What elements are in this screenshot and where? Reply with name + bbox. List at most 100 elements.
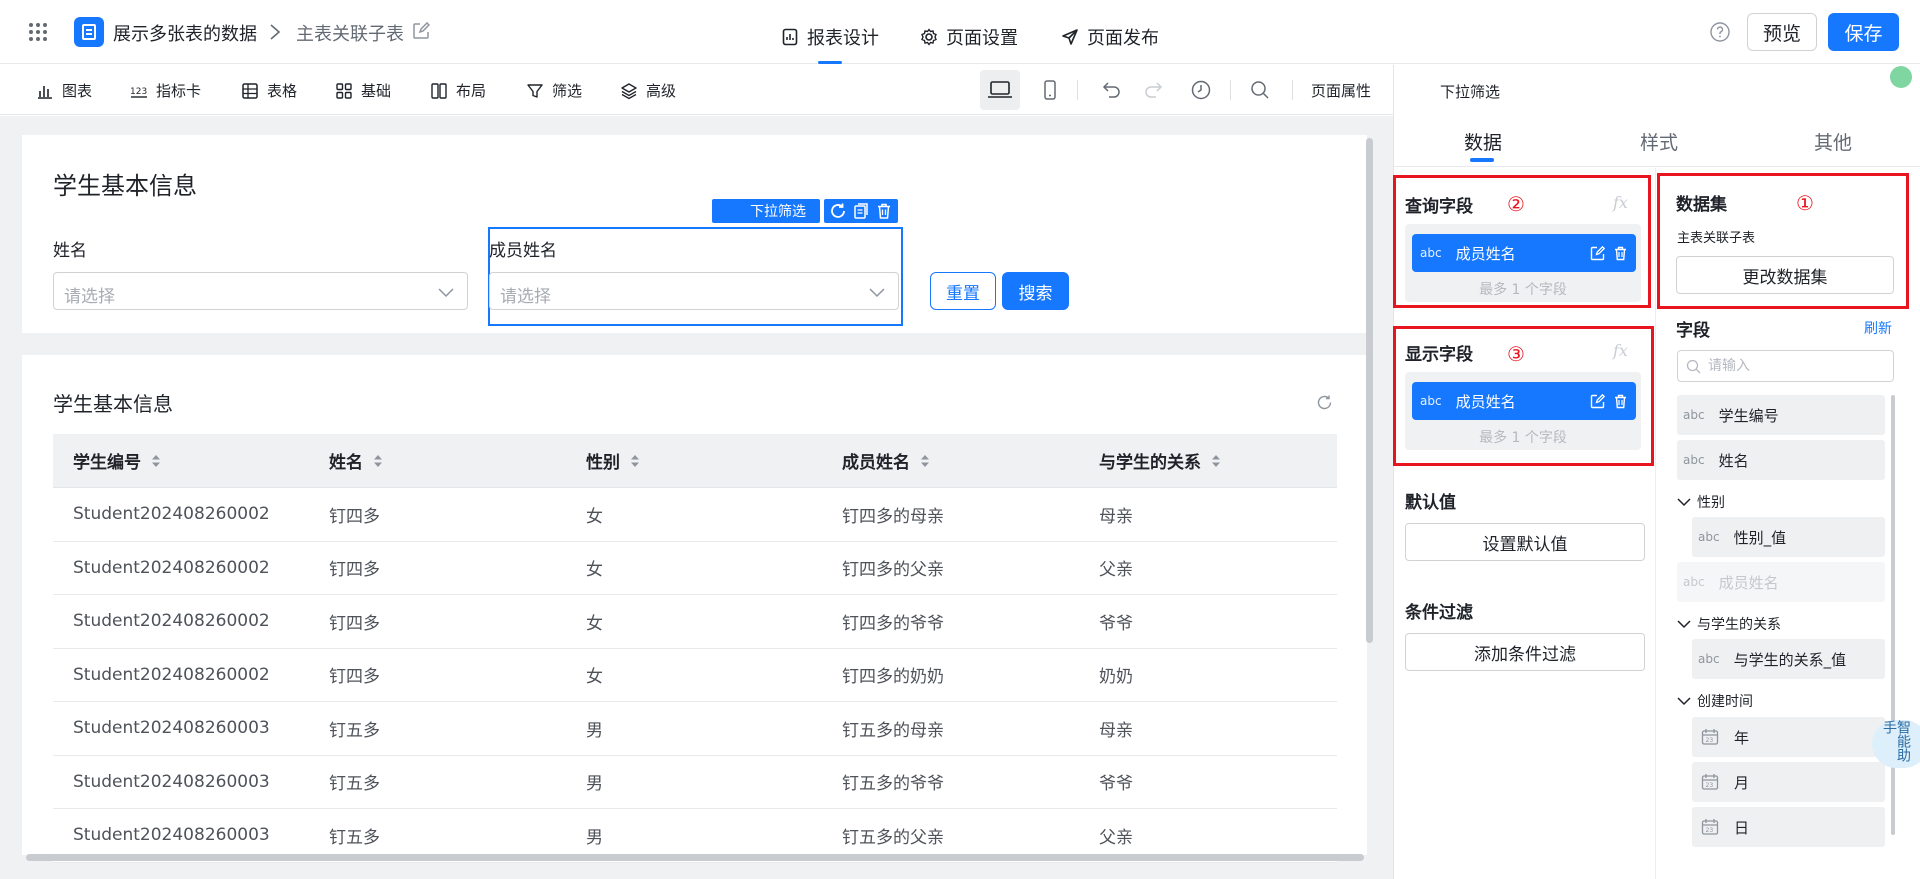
table-row: Student202408260003 钉五多 男 钉五多的母亲 母亲	[53, 702, 1337, 756]
add-condition-filter-button[interactable]: 添加条件过滤	[1405, 633, 1645, 671]
table-cell: Student202408260003	[73, 771, 270, 792]
tab-data[interactable]: 数据	[1464, 128, 1502, 155]
delete-icon[interactable]	[1613, 246, 1628, 261]
app-grid-icon[interactable]	[28, 22, 48, 42]
assistant-float-button[interactable]: 智能助手	[1872, 720, 1920, 768]
sort-icon[interactable]	[920, 453, 930, 469]
field-search-text[interactable]	[1708, 356, 1888, 376]
change-dataset-button[interactable]: 更改数据集	[1676, 256, 1894, 294]
set-default-value-button[interactable]: 设置默认值	[1405, 523, 1645, 561]
field-list-item[interactable]: 23 日	[1692, 807, 1885, 847]
delete-icon[interactable]	[1613, 394, 1628, 409]
save-button[interactable]: 保存	[1828, 13, 1899, 51]
table-row: Student202408260003 钉五多 男 钉五多的爷爷 爷爷	[53, 755, 1337, 809]
preview-button[interactable]: 预览	[1747, 13, 1817, 51]
delete-icon[interactable]	[875, 202, 893, 220]
canvas-horizontal-scrollbar[interactable]	[26, 854, 1364, 861]
table-cell: 女	[586, 506, 603, 527]
edit-icon[interactable]	[1590, 393, 1605, 409]
column-header[interactable]: 姓名	[309, 434, 566, 487]
toolbar-chart[interactable]: 图表	[36, 80, 92, 101]
tab-report-design[interactable]: 报表设计	[781, 24, 879, 50]
desktop-view-button[interactable]	[980, 70, 1020, 110]
field-group-gender[interactable]: 性别	[1677, 492, 1725, 512]
toolbar-basic[interactable]: 基础	[335, 80, 391, 101]
formula-icon[interactable]: fx	[1613, 193, 1628, 212]
table-cell: 钉四多的奶奶	[842, 667, 944, 688]
column-header[interactable]: 学生编号	[53, 434, 309, 487]
field-list-item[interactable]: abc 性别_值	[1692, 517, 1885, 557]
sort-icon[interactable]	[151, 453, 161, 469]
component-type-tag: 下拉筛选	[712, 199, 820, 223]
field-group-created-time[interactable]: 创建时间	[1677, 691, 1753, 711]
tab-page-settings[interactable]: 页面设置	[920, 24, 1018, 50]
field-search-input[interactable]	[1677, 350, 1894, 382]
bar-chart-icon	[38, 85, 52, 99]
canvas-vertical-scrollbar[interactable]	[1366, 138, 1373, 643]
tab-page-publish[interactable]: 页面发布	[1061, 24, 1159, 50]
panel-title: 下拉筛选	[1440, 83, 1501, 101]
tab-style[interactable]: 样式	[1640, 128, 1678, 155]
page-properties-button[interactable]: 页面属性	[1311, 80, 1371, 101]
assistant-label: 智能助手	[1881, 720, 1911, 762]
table-cell: Student202408260002	[73, 557, 270, 578]
mobile-view-icon[interactable]	[1038, 78, 1062, 102]
name-filter-select[interactable]: 请选择	[53, 272, 468, 310]
toolbar-layout[interactable]: 布局	[430, 80, 486, 101]
formula-icon[interactable]: fx	[1613, 341, 1628, 360]
svg-text:123: 123	[130, 87, 147, 97]
sort-icon[interactable]	[630, 453, 640, 469]
field-list-item[interactable]: 23 月	[1692, 762, 1885, 802]
report-icon	[782, 28, 798, 46]
table-cell: 钉四多的父亲	[842, 560, 944, 581]
toolbar-table[interactable]: 表格	[241, 80, 297, 101]
chevron-down-icon	[869, 288, 885, 298]
field-list-item[interactable]: abc 与学生的关系_值	[1692, 639, 1885, 679]
table-cell: 爷爷	[1099, 613, 1133, 634]
query-field-chip[interactable]: abc 成员姓名	[1412, 234, 1636, 272]
refresh-icon[interactable]	[829, 202, 847, 220]
copy-icon[interactable]	[852, 202, 870, 220]
display-field-chip[interactable]: abc 成员姓名	[1412, 382, 1636, 420]
field-type-label: abc	[1698, 652, 1720, 666]
sort-icon[interactable]	[1211, 453, 1221, 469]
history-icon[interactable]	[1189, 78, 1213, 102]
toolbar-advanced[interactable]: 高级	[620, 80, 676, 101]
tab-other[interactable]: 其他	[1814, 128, 1852, 155]
column-header[interactable]: 性别	[566, 434, 822, 487]
field-list-item[interactable]: 23 年	[1692, 717, 1885, 757]
edit-icon[interactable]	[412, 22, 430, 40]
component-actions	[824, 199, 898, 223]
toolbar-kpi-card[interactable]: 123 指标卡	[130, 80, 201, 101]
toolbar-kpi-card-label: 指标卡	[156, 82, 202, 100]
toolbar-basic-label: 基础	[361, 82, 392, 100]
field-list-item[interactable]: abc 学生编号	[1677, 395, 1885, 435]
column-header[interactable]: 与学生的关系	[1079, 434, 1337, 487]
column-header[interactable]: 成员姓名	[822, 434, 1079, 487]
refresh-fields-link[interactable]: 刷新	[1864, 318, 1892, 338]
reset-button[interactable]: 重置	[930, 272, 996, 310]
condition-filter-title: 条件过滤	[1405, 603, 1473, 623]
redo-icon[interactable]	[1142, 78, 1166, 102]
refresh-icon[interactable]	[1316, 394, 1333, 411]
default-value-title: 默认值	[1405, 493, 1456, 513]
name-filter-placeholder: 请选择	[64, 287, 115, 307]
undo-icon[interactable]	[1099, 78, 1123, 102]
active-tab-indicator	[1470, 158, 1494, 162]
sort-icon[interactable]	[373, 453, 383, 469]
component-toolbar	[0, 65, 1393, 115]
chevron-down-icon	[1677, 498, 1691, 507]
table-cell: 女	[586, 613, 603, 634]
toolbar-filter[interactable]: 筛选	[526, 80, 582, 101]
field-list-item[interactable]: abc 姓名	[1677, 440, 1885, 480]
breadcrumb-app-name[interactable]: 展示多张表的数据	[113, 20, 257, 46]
table-cell: 男	[586, 774, 603, 795]
field-group-relationship[interactable]: 与学生的关系	[1677, 614, 1781, 634]
table-cell: 钉四多的母亲	[842, 506, 944, 527]
search-button[interactable]: 搜索	[1002, 272, 1069, 310]
member-name-filter-select[interactable]: 请选择	[489, 272, 899, 310]
edit-icon[interactable]	[1590, 245, 1605, 261]
field-list-scrollbar[interactable]	[1891, 395, 1895, 835]
help-icon[interactable]	[1709, 21, 1731, 43]
search-icon[interactable]	[1248, 78, 1272, 102]
